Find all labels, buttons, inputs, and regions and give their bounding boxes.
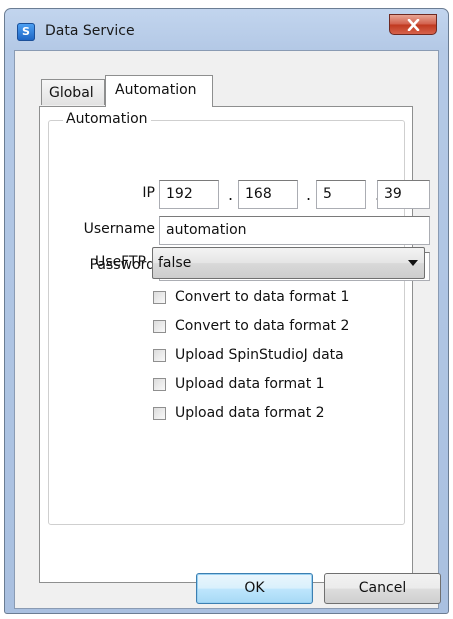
username-input[interactable]: automation: [159, 216, 430, 245]
ip-separator: .: [228, 185, 234, 204]
dialog-body: Global Automation Automation IP 192 . 16…: [14, 50, 441, 609]
tab-global[interactable]: Global: [41, 79, 105, 105]
checkbox-box[interactable]: [153, 378, 166, 391]
useftp-label: UseFTP: [95, 254, 146, 270]
checkbox-label: Convert to data format 1: [175, 289, 350, 305]
checkbox-box[interactable]: [153, 320, 166, 333]
ip-octet-3-input[interactable]: 5: [316, 180, 366, 209]
useftp-select[interactable]: false: [152, 247, 425, 279]
checkbox-label: Upload data format 2: [175, 405, 325, 421]
close-button[interactable]: [389, 14, 437, 35]
checkbox-box[interactable]: [153, 291, 166, 304]
ip-separator: .: [306, 185, 312, 204]
username-label: Username: [83, 221, 155, 237]
close-icon: [407, 19, 420, 31]
ok-button[interactable]: OK: [196, 573, 313, 604]
checkbox-box[interactable]: [153, 349, 166, 362]
app-icon: S: [17, 23, 35, 41]
cancel-button[interactable]: Cancel: [324, 573, 441, 604]
dialog-window: S Data Service Global Automation Automat…: [4, 8, 449, 614]
ip-octet-1-input[interactable]: 192: [159, 180, 219, 209]
checkbox-box[interactable]: [153, 407, 166, 420]
tab-automation[interactable]: Automation: [105, 75, 213, 107]
window-title: Data Service: [45, 23, 135, 39]
useftp-selected-value: false: [158, 255, 192, 271]
automation-tab-panel: Automation IP 192 . 168 . 5 . 39 Usernam…: [39, 106, 430, 583]
chevron-down-icon: [408, 260, 418, 266]
group-title: Automation: [63, 111, 151, 127]
ip-label: IP: [142, 185, 155, 201]
ip-octet-2-input[interactable]: 168: [238, 180, 298, 209]
ip-octet-4-input[interactable]: 39: [377, 180, 430, 209]
checkbox-label: Upload data format 1: [175, 376, 325, 392]
checkbox-label: Convert to data format 2: [175, 318, 350, 334]
checkbox-label: Upload SpinStudioJ data: [175, 347, 344, 363]
title-bar[interactable]: S Data Service: [5, 9, 448, 47]
